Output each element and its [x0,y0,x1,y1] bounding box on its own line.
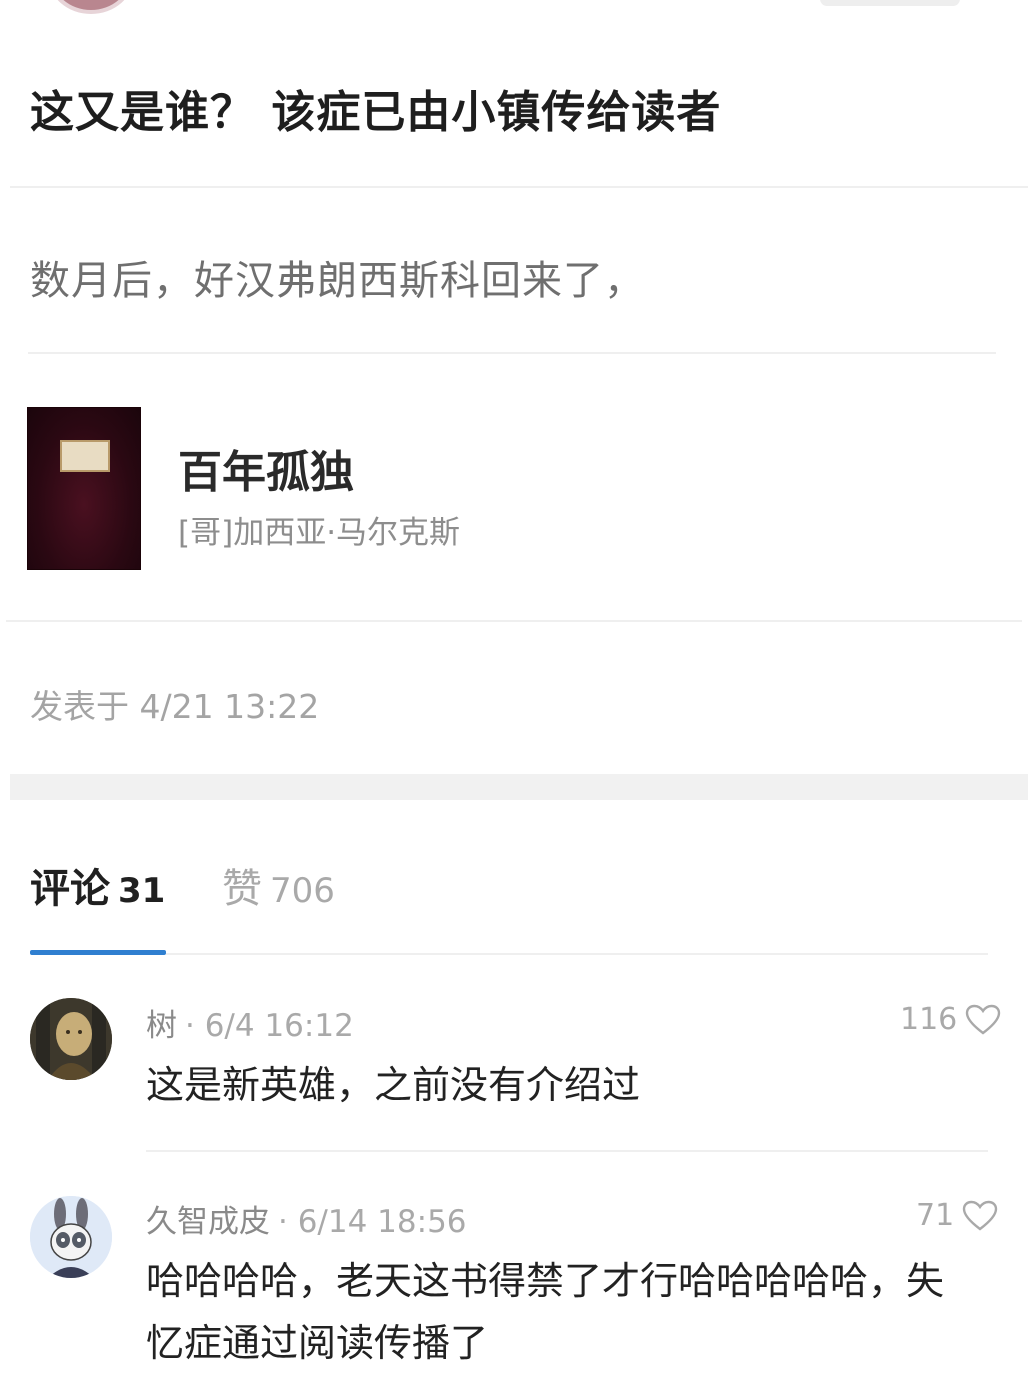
book-cover-image[interactable] [28,408,140,569]
commenter-avatar[interactable] [30,1196,112,1278]
tab-likes-count: 706 [270,871,335,911]
divider [166,953,988,955]
comment-text: 这是新英雄，之前没有介绍过 [146,1063,641,1107]
tab-comments-label: 评论 [30,866,110,912]
post-excerpt: 数月后，好汉弗朗西斯科回来了， [30,258,645,304]
tab-comments[interactable]: 评论 31 [30,856,165,914]
post-question: 这又是谁？ 该症已由小镇传给读者 [30,87,722,138]
comment-like-count: 116 [900,1002,958,1037]
commenter-name[interactable]: 久智成皮 [146,1204,270,1240]
active-tab-indicator [30,950,166,955]
heart-icon [966,1004,1001,1035]
avatar-rabbit-icon [30,1196,112,1278]
commenter-avatar[interactable] [30,998,112,1080]
heart-icon [962,1200,998,1231]
comment-time: · 6/4 16:12 [185,1008,354,1044]
divider [6,620,1022,622]
comment-text: 哈哈哈哈，老天这书得禁了才行哈哈哈哈哈，失忆症通过阅读传播了 [146,1259,945,1365]
comment-header: 树 · 6/4 16:12 [146,1000,354,1045]
divider [10,186,1028,188]
divider [28,352,996,354]
comment-like-button[interactable]: 71 [916,1198,998,1233]
author-avatar[interactable] [48,0,134,14]
book-cover-label [60,440,110,472]
tab-likes[interactable]: 赞 706 [222,856,335,914]
comment-time: · 6/14 18:56 [278,1204,467,1240]
tab-comments-count: 31 [118,871,166,911]
divider [146,1150,988,1152]
avatar-portrait-icon [30,998,112,1080]
comment-like-button[interactable]: 116 [900,1002,1001,1037]
book-author: [哥]加西亚·马尔克斯 [178,515,461,551]
comment-like-count: 71 [916,1198,955,1233]
tab-likes-label: 赞 [222,866,262,912]
comment-header: 久智成皮 · 6/14 18:56 [146,1196,467,1241]
commenter-name[interactable]: 树 [146,1008,177,1044]
book-title[interactable]: 百年孤独 [178,436,354,500]
post-timestamp: 发表于 4/21 13:22 [30,687,320,726]
follow-button-cutoff[interactable] [820,0,960,6]
section-gap [10,774,1028,800]
